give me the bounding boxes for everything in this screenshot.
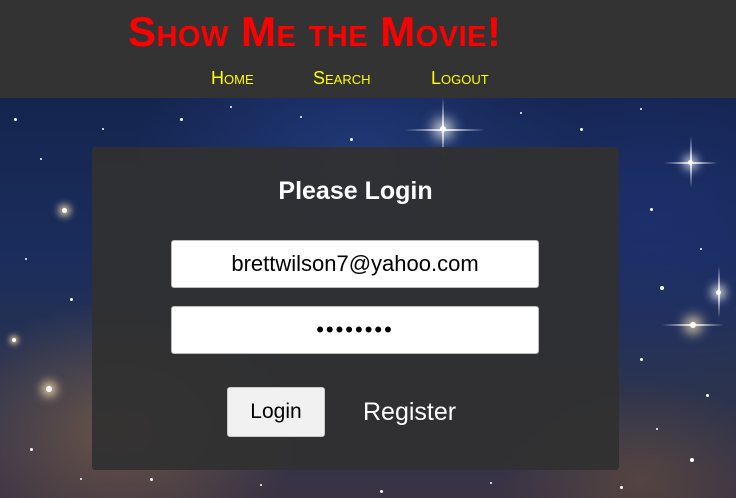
- page: Show Me the Movie! Home Search Logout Pl…: [0, 0, 736, 498]
- login-button[interactable]: Login: [227, 387, 325, 437]
- login-card: Please Login Login Register: [92, 147, 619, 470]
- register-link[interactable]: Register: [363, 397, 456, 427]
- site-header: Show Me the Movie! Home Search Logout: [0, 0, 736, 98]
- password-field[interactable]: [171, 306, 539, 354]
- main-nav: Home Search Logout: [0, 66, 736, 90]
- site-title: Show Me the Movie!: [128, 8, 502, 55]
- email-field[interactable]: [171, 240, 539, 288]
- nav-logout-link[interactable]: Logout: [431, 66, 489, 90]
- nav-search-link[interactable]: Search: [313, 66, 371, 90]
- nav-home-link[interactable]: Home: [211, 66, 254, 90]
- login-title: Please Login: [278, 177, 433, 205]
